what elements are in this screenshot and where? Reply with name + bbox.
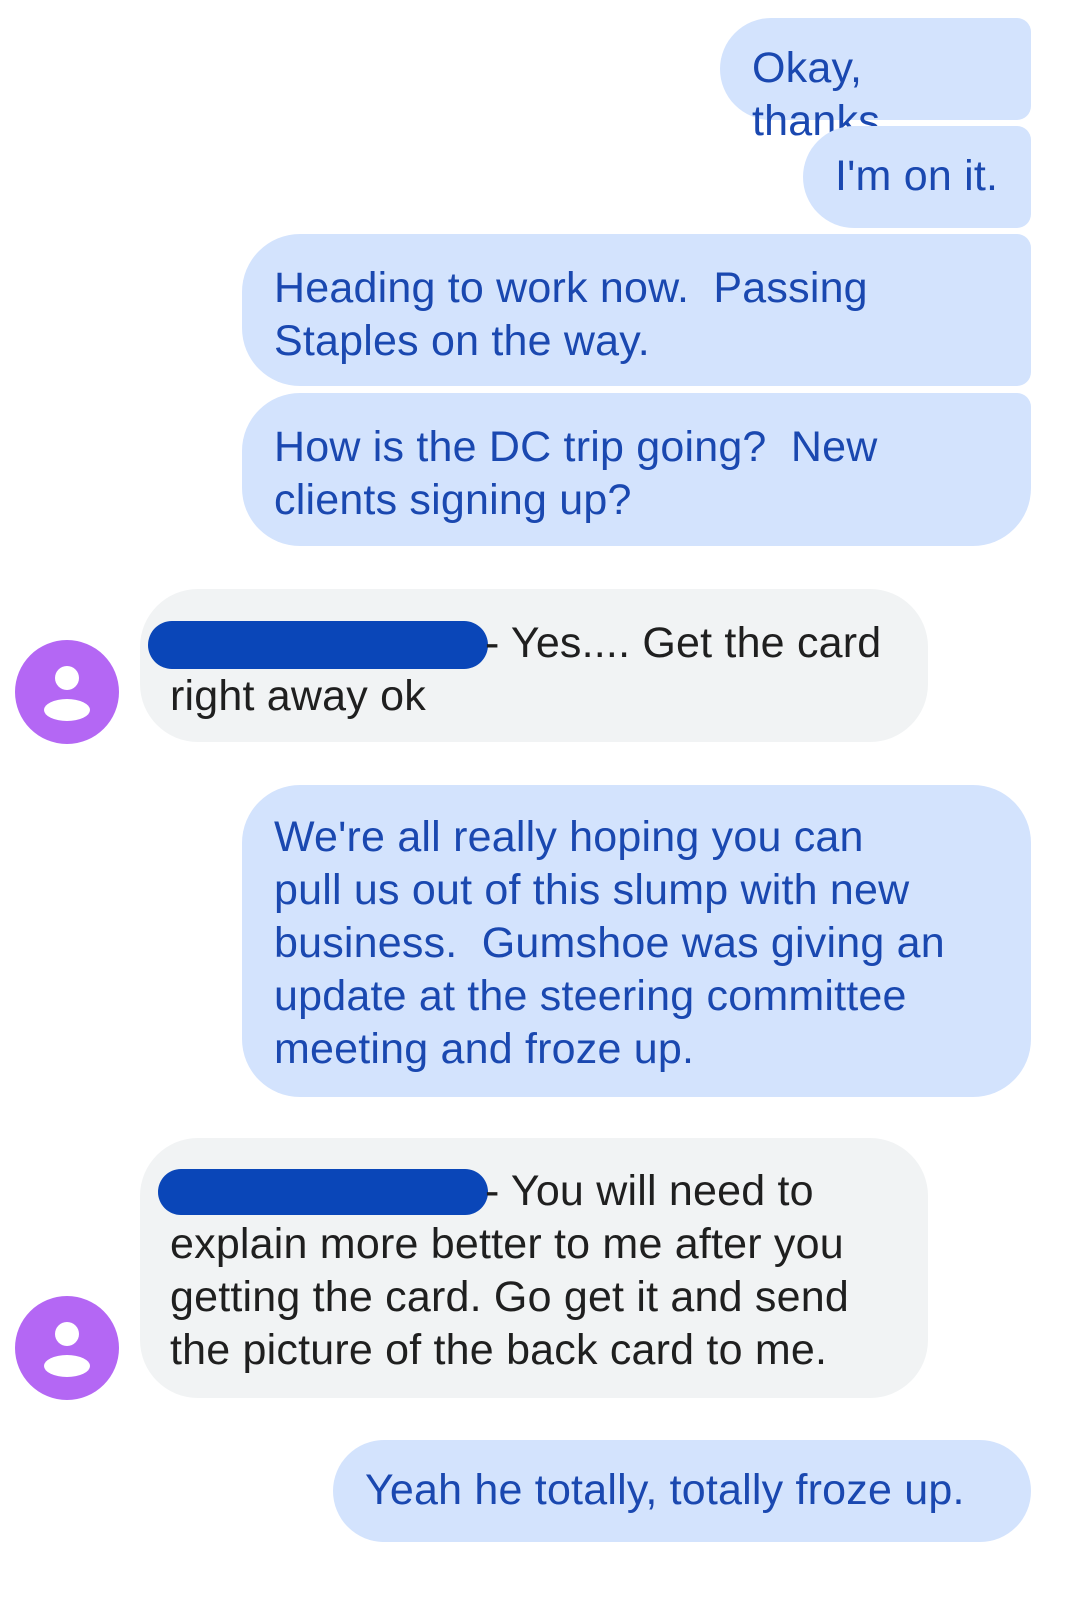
message-text: right away ok: [170, 672, 426, 720]
message-text: explain more better to me after you gett…: [170, 1220, 849, 1374]
message-bubble-outgoing[interactable]: Yeah he totally, totally froze up.: [333, 1440, 1031, 1542]
message-bubble-outgoing[interactable]: We're all really hoping you can pull us …: [242, 785, 1031, 1097]
redacted-sender-number: [148, 621, 488, 669]
message-bubble-incoming[interactable]: - Yes.... Get the card right away ok: [140, 589, 928, 742]
person-icon: [44, 1322, 90, 1377]
person-icon: [44, 666, 90, 721]
contact-avatar[interactable]: [15, 1296, 119, 1400]
message-text: I'm on it.: [835, 152, 999, 200]
message-text: Yeah he totally, totally froze up.: [365, 1466, 965, 1514]
message-bubble-incoming[interactable]: - You will need to explain more better t…: [140, 1138, 928, 1398]
message-bubble-outgoing[interactable]: Okay, thanks: [720, 18, 1031, 145]
message-text: Heading to work now. Passing Staples on …: [274, 264, 868, 365]
contact-avatar[interactable]: [15, 640, 119, 744]
message-text: How is the DC trip going? New clients si…: [274, 423, 878, 524]
message-bubble-outgoing[interactable]: Heading to work now. Passing Staples on …: [242, 234, 1031, 386]
message-bubble-outgoing[interactable]: I'm on it.: [803, 126, 1031, 228]
message-text: We're all really hoping you can pull us …: [274, 813, 945, 1073]
message-bubble-outgoing[interactable]: How is the DC trip going? New clients si…: [242, 393, 1031, 546]
message-text: - Yes.... Get the card: [485, 619, 882, 667]
message-first-line: - Yes.... Get the card: [148, 617, 898, 670]
redacted-sender-number: [158, 1169, 488, 1215]
message-first-line: - You will need to: [158, 1165, 898, 1218]
message-text: - You will need to: [485, 1167, 814, 1215]
